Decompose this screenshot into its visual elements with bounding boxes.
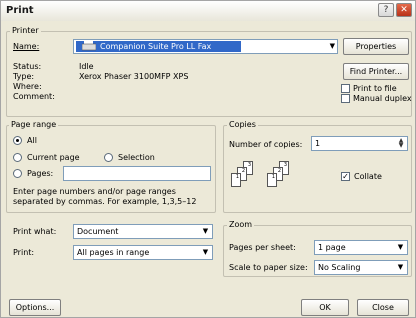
find-printer-button[interactable]: Find Printer... [343, 63, 409, 80]
selection-radio[interactable] [104, 153, 113, 162]
printer-select-value: Companion Suite Pro LL Fax [100, 42, 212, 51]
printer-select[interactable]: Companion Suite Pro LL Fax ▼ [73, 39, 338, 54]
pages-per-sheet-value: 1 page [318, 243, 346, 252]
all-pages-radio[interactable] [13, 136, 22, 145]
number-of-copies-value: 1 [315, 139, 321, 148]
chevron-down-icon: ▼ [202, 227, 209, 235]
close-icon: ✕ [400, 5, 408, 15]
print-select[interactable]: All pages in range ▼ [73, 245, 213, 260]
print-what-select[interactable]: Document ▼ [73, 224, 213, 239]
print-to-file-checkbox[interactable] [341, 84, 350, 93]
chevron-down-icon: ▼ [329, 42, 335, 50]
status-label: Status: [13, 62, 42, 71]
chevron-down-icon: ▼ [202, 248, 209, 256]
manual-duplex-checkbox[interactable] [341, 94, 350, 103]
copies-spinner-icon[interactable]: ▲ ▼ [396, 138, 406, 149]
help-button[interactable]: ? [378, 3, 394, 17]
properties-button[interactable]: Properties [343, 38, 409, 55]
help-icon: ? [383, 5, 389, 15]
current-page-label: Current page [27, 153, 80, 162]
type-value: Xerox Phaser 3100MFP XPS [79, 72, 189, 81]
scale-to-paper-size-select[interactable]: No Scaling ▼ [314, 260, 408, 275]
options-button[interactable]: Options... [9, 299, 61, 316]
collate-checkbox[interactable]: ✓ [341, 172, 350, 181]
window-title: Print [6, 5, 34, 16]
collate-page: 1 [267, 173, 277, 187]
collate-page: 1 [231, 173, 241, 187]
page-range-group-label: Page range [9, 120, 59, 129]
pages-per-sheet-select[interactable]: 1 page ▼ [314, 240, 408, 255]
copies-group-label: Copies [227, 120, 258, 129]
print-label: Print: [13, 248, 35, 257]
pages-per-sheet-label: Pages per sheet: [229, 243, 296, 252]
pages-radio[interactable] [13, 169, 22, 178]
pages-label: Pages: [27, 169, 54, 178]
current-page-radio[interactable] [13, 153, 22, 162]
zoom-group-label: Zoom [227, 220, 255, 229]
status-value: Idle [79, 62, 94, 71]
manual-duplex-label: Manual duplex [353, 94, 412, 103]
pages-input[interactable] [63, 166, 211, 181]
print-value: All pages in range [77, 248, 150, 257]
all-pages-label: All [27, 136, 37, 145]
selection-label: Selection [118, 153, 155, 162]
comment-label: Comment: [13, 92, 55, 101]
scale-to-paper-size-label: Scale to paper size: [229, 263, 308, 272]
page-range-hint-line1: Enter page numbers and/or page ranges [13, 187, 176, 196]
print-to-file-label: Print to file [353, 84, 397, 93]
collate-label: Collate [354, 172, 382, 181]
collate-pages-icon: 3 2 1 3 2 1 [231, 161, 301, 201]
ok-button[interactable]: OK [301, 299, 349, 316]
number-of-copies-label: Number of copies: [229, 140, 303, 149]
print-what-label: Print what: [13, 227, 57, 236]
close-window-button[interactable]: ✕ [396, 3, 412, 17]
title-bar: Print ? ✕ [1, 1, 415, 21]
where-label: Where: [13, 82, 42, 91]
scale-to-paper-size-value: No Scaling [318, 263, 361, 272]
number-of-copies-input[interactable]: 1 ▲ ▼ [311, 136, 408, 151]
print-dialog: Print ? ✕ Printer Name: Companion Suite … [0, 0, 416, 318]
close-button[interactable]: Close [357, 299, 409, 316]
print-what-value: Document [77, 227, 119, 236]
page-range-hint-line2: separated by commas. For example, 1,3,5–… [13, 197, 197, 206]
chevron-down-icon: ▼ [397, 263, 404, 271]
printer-icon [82, 41, 96, 51]
printer-name-label: Name: [13, 42, 40, 51]
chevron-down-icon: ▼ [397, 243, 404, 251]
printer-group-label: Printer [10, 26, 41, 35]
type-label: Type: [13, 72, 35, 81]
